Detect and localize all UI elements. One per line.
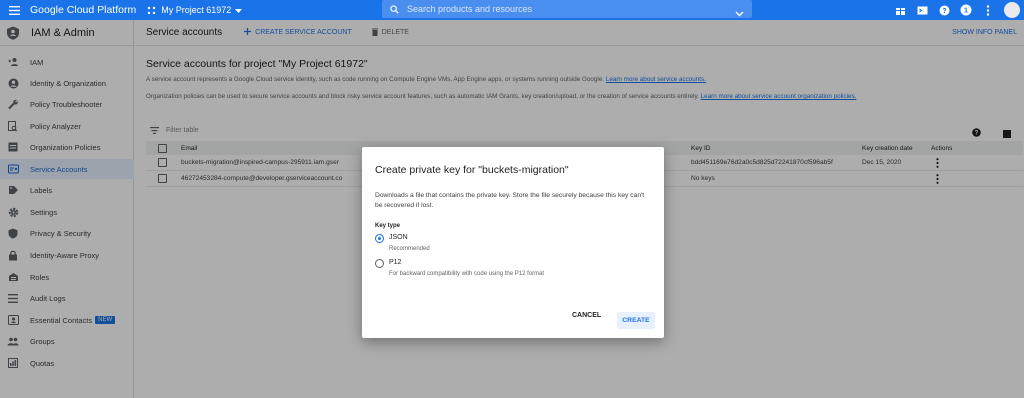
p12-label: P12 — [389, 259, 402, 266]
help-icon[interactable]: ? — [938, 4, 950, 16]
key-type-p12-option[interactable]: P12 For backward compatibility with code… — [375, 259, 544, 277]
search-icon — [390, 4, 399, 14]
cancel-button[interactable]: CANCEL — [572, 312, 601, 319]
dialog-title: Create private key for "buckets-migratio… — [375, 164, 569, 176]
create-private-key-dialog: Create private key for "buckets-migratio… — [362, 147, 664, 338]
gcp-brand[interactable]: Google Cloud Platform — [30, 4, 136, 16]
more-vert-icon[interactable] — [982, 4, 994, 16]
search-bar[interactable]: Search products and resources — [382, 0, 752, 18]
gift-icon[interactable] — [894, 4, 906, 16]
dialog-description: Downloads a file that contains the priva… — [375, 192, 645, 209]
project-dots-icon — [147, 6, 156, 15]
svg-text:?: ? — [942, 8, 946, 15]
project-name: My Project 61972 — [161, 5, 232, 15]
caret-down-icon — [235, 5, 243, 15]
avatar[interactable] — [1004, 2, 1020, 18]
key-type-label: Key type — [375, 223, 401, 229]
p12-sublabel: For backward compatibility with code usi… — [389, 271, 545, 277]
top-bar: Google Cloud Platform My Project 61972 S… — [0, 0, 1024, 20]
project-selector[interactable]: My Project 61972 — [147, 5, 243, 15]
hamburger-menu-icon[interactable] — [4, 0, 24, 20]
json-sublabel: Recommended — [389, 246, 430, 252]
notifications-icon[interactable]: 1 — [960, 4, 972, 16]
json-label: JSON — [389, 234, 408, 241]
key-type-json-option[interactable]: JSON Recommended — [375, 234, 430, 252]
create-button[interactable]: CREATE — [617, 312, 655, 329]
cloud-shell-icon[interactable] — [916, 4, 928, 16]
json-radio[interactable] — [375, 234, 384, 243]
p12-radio[interactable] — [375, 259, 384, 268]
search-placeholder: Search products and resources — [407, 4, 533, 14]
svg-text:1: 1 — [964, 8, 968, 15]
